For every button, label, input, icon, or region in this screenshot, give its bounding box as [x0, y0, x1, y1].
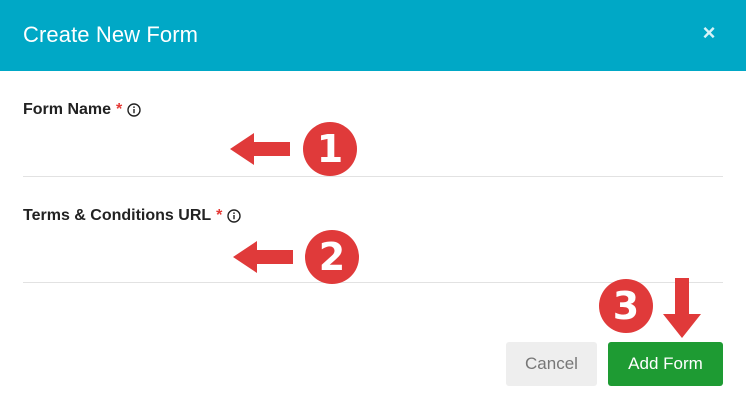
dialog-title: Create New Form — [23, 22, 199, 47]
cancel-button[interactable]: Cancel — [506, 342, 597, 386]
arrow-left-icon — [230, 133, 290, 165]
close-icon[interactable]: × — [694, 20, 724, 46]
terms-url-label: Terms & Conditions URL * — [23, 206, 242, 226]
form-name-input[interactable] — [23, 142, 723, 177]
arrow-down-icon — [663, 278, 701, 338]
terms-url-input[interactable] — [23, 248, 723, 283]
form-name-label: Form Name * — [23, 100, 141, 120]
step-badge-1: 1 — [303, 122, 357, 176]
info-icon[interactable] — [227, 209, 242, 223]
create-form-dialog: Create New Form × Form Name * Terms & Co… — [0, 0, 746, 405]
required-mark: * — [116, 101, 123, 118]
step-badge-2: 2 — [305, 230, 359, 284]
arrow-left-icon — [233, 241, 293, 273]
required-mark: * — [216, 207, 223, 224]
form-name-label-text: Form Name — [23, 101, 112, 118]
info-icon[interactable] — [127, 103, 141, 117]
terms-url-label-text: Terms & Conditions URL — [23, 207, 212, 224]
add-form-button[interactable]: Add Form — [608, 342, 723, 386]
step-badge-3: 3 — [599, 279, 653, 333]
dialog-header: Create New Form × — [0, 0, 746, 71]
